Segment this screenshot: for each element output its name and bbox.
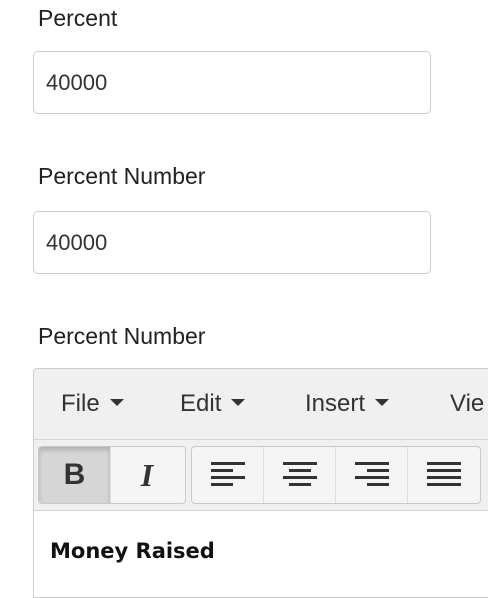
menu-insert-label: Insert (305, 390, 366, 417)
align-center-button[interactable] (264, 447, 336, 503)
align-right-button[interactable] (336, 447, 408, 503)
editor-menubar: File Edit Insert Vie (34, 369, 488, 440)
percent-number-label: Percent Number (38, 163, 206, 189)
bold-button[interactable]: B (39, 447, 111, 503)
menu-view-label: Vie (450, 390, 485, 417)
menu-file[interactable]: File (61, 369, 124, 439)
percent-number-editor-label: Percent Number (38, 323, 206, 349)
bold-icon: B (63, 458, 86, 491)
italic-button[interactable]: I (111, 447, 183, 503)
chevron-down-icon (109, 399, 124, 407)
percent-label: Percent (38, 5, 118, 31)
align-left-icon (210, 462, 245, 486)
align-justify-button[interactable] (408, 447, 480, 503)
italic-icon: I (140, 456, 154, 493)
menu-view[interactable]: Vie (450, 369, 484, 439)
align-justify-icon (427, 462, 461, 486)
menu-edit-label: Edit (180, 390, 222, 417)
percent-input[interactable] (33, 51, 431, 114)
menu-file-label: File (61, 390, 100, 417)
menu-edit[interactable]: Edit (180, 369, 246, 439)
alignment-button-group (191, 446, 481, 504)
editor-content-heading[interactable]: Money Raised (50, 539, 215, 563)
align-left-button[interactable] (192, 447, 264, 503)
align-right-icon (354, 462, 389, 486)
align-center-icon (282, 462, 317, 486)
format-button-group: B I (38, 446, 186, 504)
chevron-down-icon (231, 399, 246, 407)
menu-insert[interactable]: Insert (305, 369, 390, 439)
editor-toolbar: B I (34, 440, 488, 511)
chevron-down-icon (375, 399, 390, 407)
percent-number-input[interactable] (33, 211, 431, 274)
rich-text-editor: File Edit Insert Vie B I Money Raised (33, 368, 488, 598)
